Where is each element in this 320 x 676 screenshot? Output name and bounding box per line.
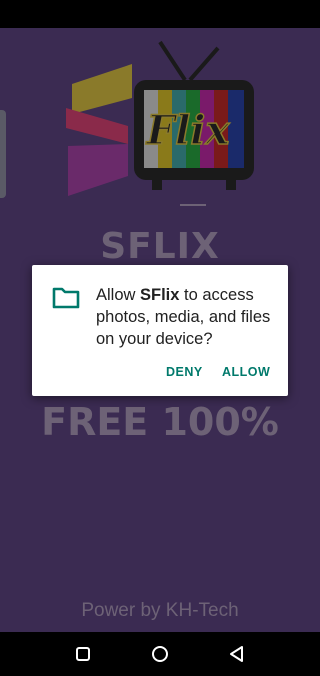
back-triangle-icon[interactable] [227, 644, 247, 664]
permission-dialog: Allow SFlix to access photos, media, and… [32, 265, 288, 396]
recents-square-icon[interactable] [73, 644, 93, 664]
logo-shape-top [72, 64, 132, 114]
allow-button[interactable]: ALLOW [222, 365, 270, 379]
logo-shape-bottom [68, 144, 128, 196]
antenna-left [158, 40, 187, 82]
message-app-name: SFlix [140, 286, 180, 304]
status-bar [0, 0, 320, 28]
edge-panel-handle[interactable] [0, 110, 6, 198]
navigation-bar [0, 632, 320, 676]
logo-text: Flix [146, 107, 231, 154]
antenna-right [188, 46, 220, 82]
folder-icon [52, 287, 80, 309]
sflix-logo: Flix [66, 40, 254, 206]
permission-message: Allow SFlix to access photos, media, and… [96, 284, 280, 350]
free-label: FREE 100% [41, 400, 279, 444]
power-by-label: Power by KH-Tech [81, 600, 239, 621]
logo-shape-middle [66, 108, 128, 144]
app-name-title: SFLIX [100, 226, 220, 267]
message-prefix: Allow [96, 286, 141, 304]
home-circle-icon[interactable] [150, 644, 170, 664]
deny-button[interactable]: DENY [166, 365, 203, 379]
